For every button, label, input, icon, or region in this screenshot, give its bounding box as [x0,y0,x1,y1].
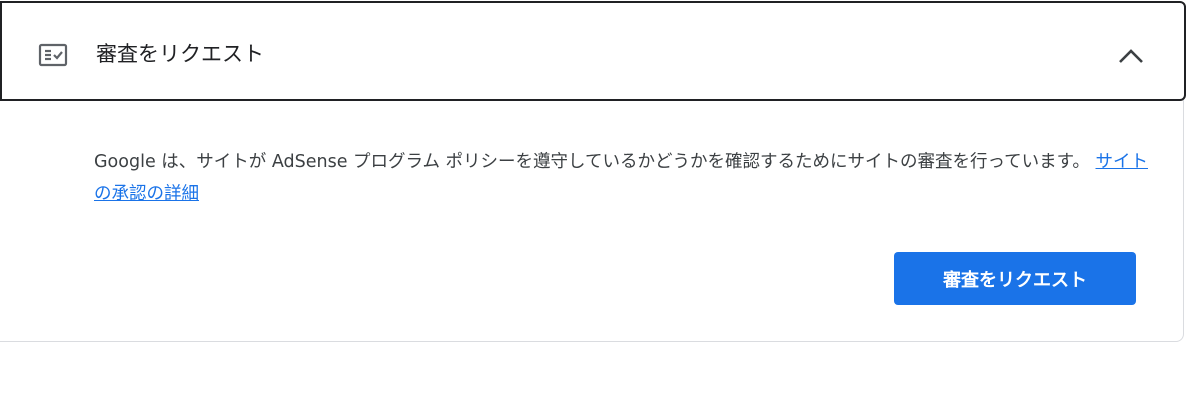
fact-check-icon [38,43,68,67]
description-text: Google は、サイトが AdSense プログラム ポリシーを遵守しているか… [94,152,1090,172]
chevron-up-icon[interactable] [1117,47,1145,65]
panel-header-toggle[interactable]: 審査をリクエスト [0,1,1186,101]
panel-title: 審査をリクエスト [96,42,264,66]
request-review-button[interactable]: 審査をリクエスト [894,252,1136,305]
panel-description: Google は、サイトが AdSense プログラム ポリシーを遵守しているか… [94,146,1154,210]
